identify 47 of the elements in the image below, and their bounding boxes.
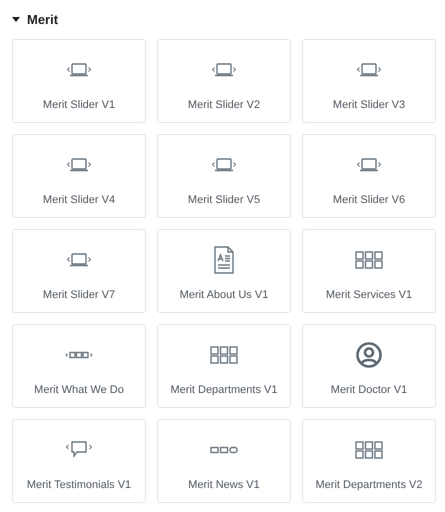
laptop-icon xyxy=(356,157,382,173)
widget-card[interactable]: Merit What We Do xyxy=(12,324,146,408)
widget-card[interactable]: Merit Services V1 xyxy=(302,229,436,313)
widget-label: Merit What We Do xyxy=(34,384,124,396)
widget-card[interactable]: Merit News V1 xyxy=(157,419,291,503)
widget-label: Merit Doctor V1 xyxy=(330,384,408,396)
widget-label: Merit Slider V5 xyxy=(188,194,260,206)
widget-card[interactable]: Merit Slider V3 xyxy=(302,39,436,123)
widget-card[interactable]: Merit Slider V5 xyxy=(157,134,291,218)
grid-icon xyxy=(355,251,383,269)
carousel-icon xyxy=(65,351,93,359)
grid-icon xyxy=(355,441,383,459)
laptop-icon xyxy=(66,157,92,173)
grid-icon xyxy=(210,346,238,364)
laptop-icon xyxy=(211,62,237,78)
widget-card[interactable]: Merit Slider V7 xyxy=(12,229,146,313)
widget-label: Merit Slider V2 xyxy=(188,99,260,111)
document-icon xyxy=(213,246,235,274)
widget-label: Merit Departments V1 xyxy=(170,384,278,396)
laptop-icon xyxy=(66,252,92,268)
widget-card[interactable]: Merit Slider V1 xyxy=(12,39,146,123)
boxes-icon xyxy=(210,446,238,454)
section-title[interactable]: Merit xyxy=(27,12,58,26)
widget-card[interactable]: Merit Doctor V1 xyxy=(302,324,436,408)
widget-label: Merit Slider V1 xyxy=(42,99,116,111)
widget-card[interactable]: Merit Slider V2 xyxy=(157,39,291,123)
widget-card[interactable]: Merit Slider V6 xyxy=(302,134,436,218)
widget-card[interactable]: Merit Testimonials V1 xyxy=(12,419,146,503)
widget-label: Merit Slider V4 xyxy=(42,194,116,206)
widget-card[interactable]: Merit Departments V2 xyxy=(302,419,436,503)
widget-label: Merit Services V1 xyxy=(326,289,412,301)
widget-card[interactable]: Merit Slider V4 xyxy=(12,134,146,218)
widget-label: Merit News V1 xyxy=(188,479,260,491)
laptop-icon xyxy=(356,62,382,78)
widget-label: Merit Departments V2 xyxy=(316,479,422,491)
laptop-icon xyxy=(211,157,237,173)
caret-icon[interactable] xyxy=(12,16,20,22)
widget-card[interactable]: Merit About Us V1 xyxy=(157,229,291,313)
widget-label: Merit Testimonials V1 xyxy=(26,479,132,491)
laptop-icon xyxy=(66,62,92,78)
widget-card[interactable]: Merit Departments V1 xyxy=(157,324,291,408)
widget-label: Merit Slider V3 xyxy=(332,99,406,111)
user-circle-icon xyxy=(356,342,382,368)
widget-label: Merit Slider V7 xyxy=(42,289,116,301)
widget-label: Merit Slider V6 xyxy=(332,194,406,206)
speech-bubble-icon xyxy=(65,441,93,459)
widget-label: Merit About Us V1 xyxy=(180,289,268,301)
